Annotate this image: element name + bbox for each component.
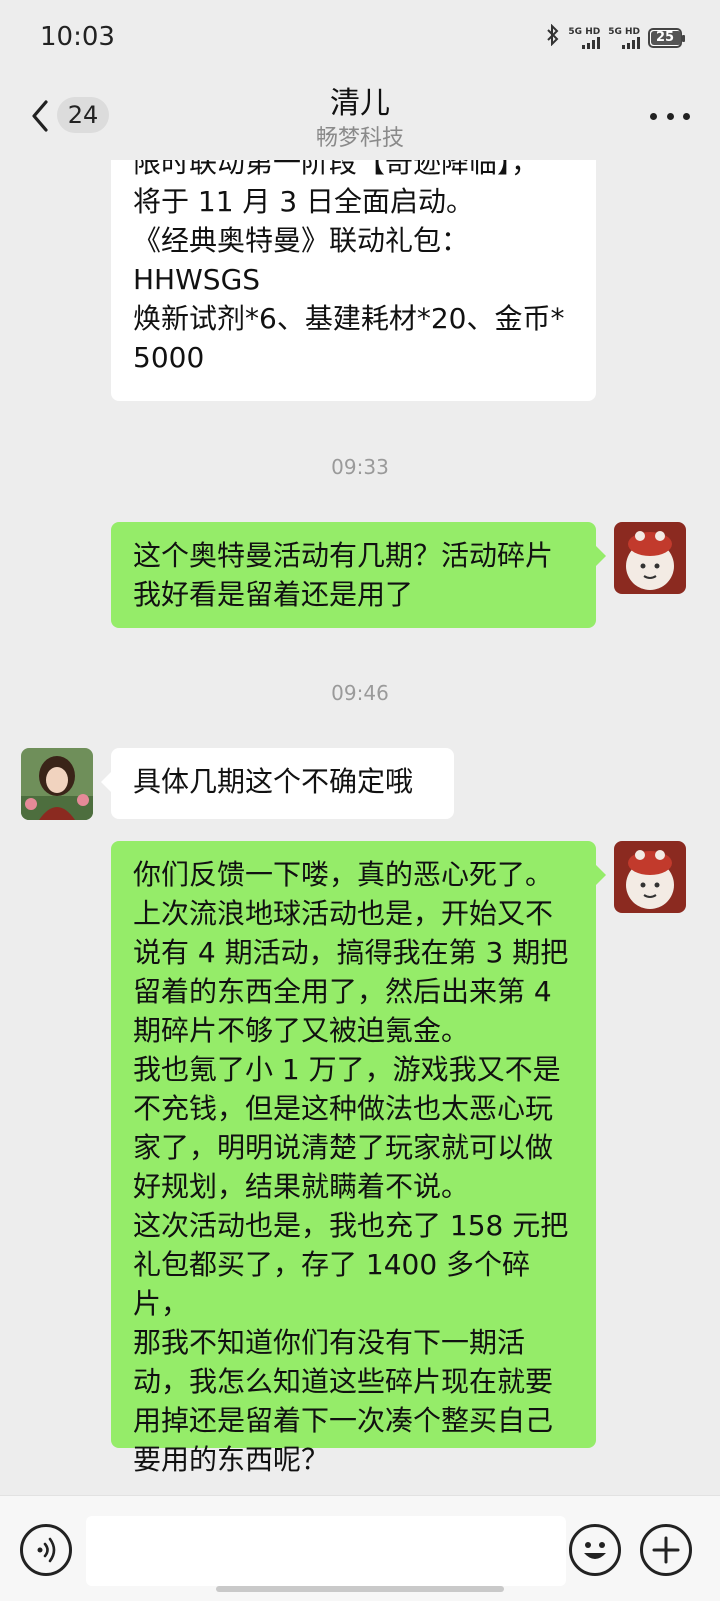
message-list[interactable]: 限时联动第一阶段【奇迹降临】， 将于 11 月 3 日全面启动。 《经典奥特曼》… <box>0 160 720 1495</box>
message-bubble-sent[interactable]: 这个奥特曼活动有几期？活动碎片 我好看是留着还是用了 <box>111 522 606 628</box>
avatar-image <box>614 522 686 594</box>
more-functions-button[interactable] <box>640 1524 692 1576</box>
avatar-image <box>614 841 686 913</box>
emoji-icon <box>584 1542 606 1559</box>
battery-icon: 25 <box>648 27 685 48</box>
signal-icon: 5G HD <box>608 27 640 49</box>
message-bubble-sent[interactable]: 你们反馈一下喽，真的恶心死了。 上次流浪地球活动也是，开始又不 说有 4 期活动… <box>111 841 606 1476</box>
my-avatar[interactable] <box>614 841 686 913</box>
voice-button[interactable] <box>20 1524 72 1576</box>
battery-level: 25 <box>655 29 675 45</box>
status-icons: 5G HD 5G HD 25 <box>546 23 685 51</box>
avatar-image <box>21 748 93 820</box>
plus-icon <box>652 1536 680 1564</box>
my-avatar[interactable] <box>614 522 686 594</box>
more-dots-icon <box>650 112 657 120</box>
message-bubble-received[interactable]: 限时联动第一阶段【奇迹降临】， 将于 11 月 3 日全面启动。 《经典奥特曼》… <box>111 160 596 401</box>
timestamp: 09:33 <box>331 455 389 479</box>
more-options-button[interactable] <box>650 98 690 134</box>
home-indicator[interactable] <box>216 1586 504 1592</box>
bluetooth-icon <box>546 23 560 51</box>
chat-header: 24 清儿 畅梦科技 <box>0 76 720 160</box>
chat-title: 清儿 <box>330 86 390 121</box>
status-bar: 10:03 5G HD 5G HD 25 <box>0 0 720 76</box>
status-time: 10:03 <box>40 22 115 52</box>
chat-subtitle: 畅梦科技 <box>315 126 404 151</box>
timestamp: 09:46 <box>331 681 389 705</box>
contact-avatar[interactable] <box>21 748 93 820</box>
emoji-button[interactable] <box>569 1524 621 1576</box>
voice-icon <box>37 1537 56 1563</box>
message-input[interactable] <box>86 1516 566 1586</box>
message-bubble-received[interactable]: 具体几期这个不确定哦 <box>101 748 454 819</box>
signal-icon: 5G HD <box>568 27 601 49</box>
